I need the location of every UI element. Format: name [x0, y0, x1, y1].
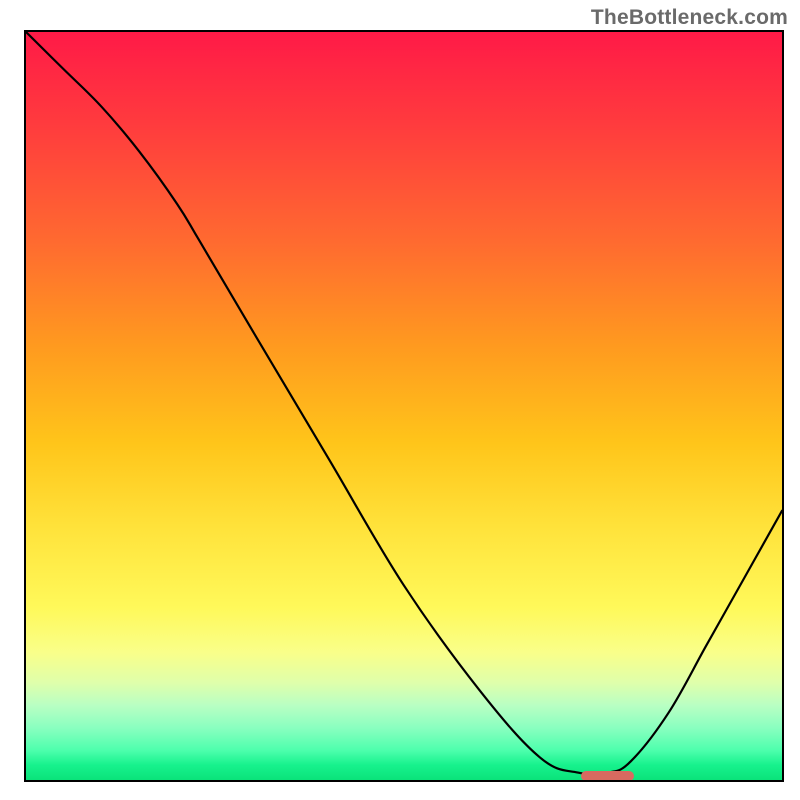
bottleneck-curve: [26, 32, 782, 780]
plot-area: [24, 30, 784, 782]
watermark-text: TheBottleneck.com: [591, 6, 788, 30]
highlight-marker: [581, 771, 634, 781]
chart-frame: TheBottleneck.com: [0, 0, 800, 800]
